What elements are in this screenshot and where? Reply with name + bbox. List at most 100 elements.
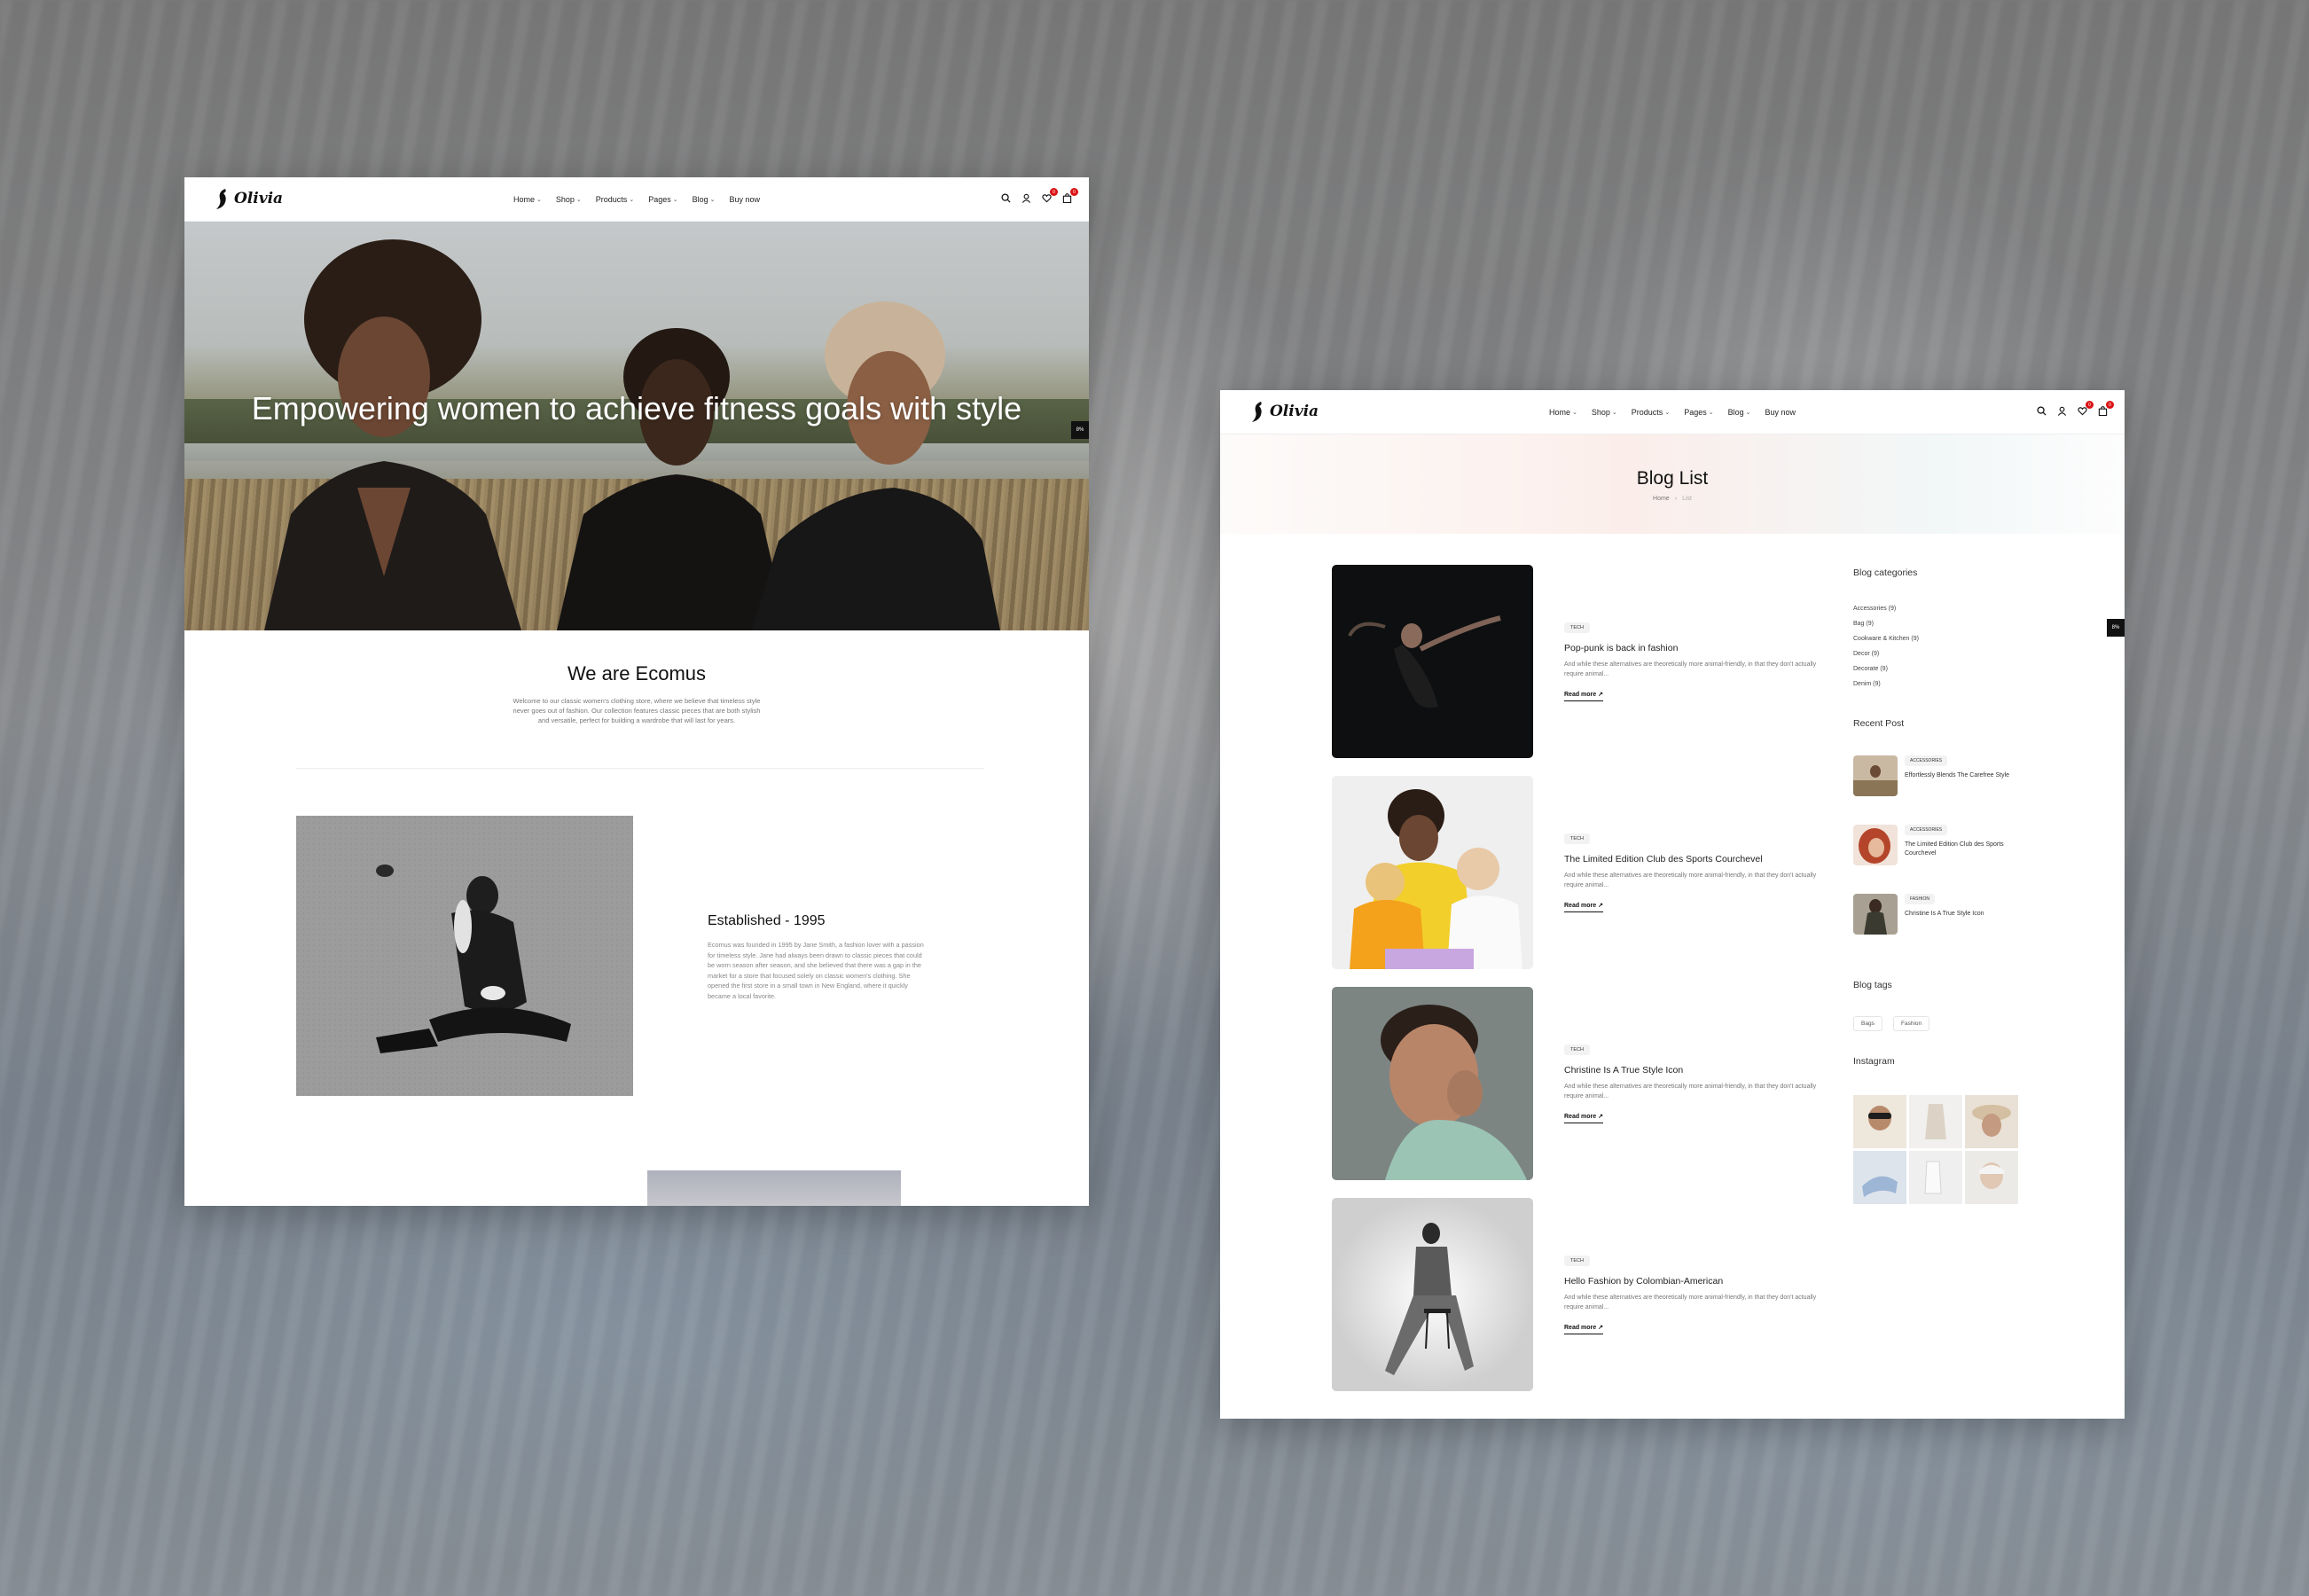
instagram-photo[interactable] xyxy=(1965,1151,2018,1204)
instagram-photo[interactable] xyxy=(1965,1095,2018,1148)
search-icon[interactable] xyxy=(2036,405,2047,417)
menu-item-home[interactable]: Home ⌄ xyxy=(1549,408,1577,417)
post-title[interactable]: The Limited Edition Club des Sports Cour… xyxy=(1564,854,1763,864)
post-category-tag[interactable]: TECH xyxy=(1564,622,1590,633)
side-discount-pill[interactable]: 8% xyxy=(1071,421,1089,439)
recent-post-tag[interactable]: ACCESSORIES xyxy=(1905,755,1948,766)
category-link[interactable]: Accessories (9) xyxy=(1853,606,1896,612)
blog-post-card: TECH Christine Is A True Style Icon And … xyxy=(1332,987,1828,1180)
recent-post-thumbnail[interactable] xyxy=(1853,755,1898,796)
post-image[interactable] xyxy=(1332,1198,1533,1391)
chevron-down-icon: ⌄ xyxy=(1708,410,1714,416)
menu-label: Shop xyxy=(555,195,575,204)
search-icon[interactable] xyxy=(1000,192,1012,204)
menu-item-home[interactable]: Home ⌄ xyxy=(513,195,542,204)
menu-label: Blog xyxy=(1727,408,1744,417)
recent-post-item[interactable]: ACCESSORIES Effortlessly Blends The Care… xyxy=(1853,755,2031,800)
post-category-tag[interactable]: TECH xyxy=(1564,833,1590,844)
chevron-down-icon: ⌄ xyxy=(672,197,678,203)
read-more-link[interactable]: Read more ↗ xyxy=(1564,1324,1604,1334)
recent-post-tag[interactable]: ACCESSORIES xyxy=(1905,825,1948,835)
menu-item-products[interactable]: Products ⌄ xyxy=(1632,408,1670,417)
menu-label: Home xyxy=(1548,408,1570,417)
header-nav: Olivia Home ⌄ Shop ⌄ Products ⌄ Pages ⌄ Blog… xyxy=(184,177,1089,222)
recent-post-title[interactable]: Effortlessly Blends The Carefree Style xyxy=(1905,771,2029,780)
read-more-link[interactable]: Read more ↗ xyxy=(1564,1113,1604,1123)
breadcrumb-home[interactable]: Home xyxy=(1653,496,1670,502)
instagram-photo[interactable] xyxy=(1853,1095,1906,1148)
post-category-tag[interactable]: TECH xyxy=(1564,1044,1590,1055)
hero-title: Empowering women to achieve fitness goal… xyxy=(251,390,1022,426)
recent-post-thumbnail[interactable] xyxy=(1853,894,1898,935)
recent-post-item[interactable]: FASHION Christine Is A True Style Icon xyxy=(1853,894,2031,938)
menu-item-products[interactable]: Products ⌄ xyxy=(596,195,634,204)
read-more-link[interactable]: Read more ↗ xyxy=(1564,691,1604,701)
category-link[interactable]: Cookware & Kitchen (9) xyxy=(1853,636,1919,642)
post-excerpt: And while these alternatives are theoret… xyxy=(1564,872,1817,888)
category-link[interactable]: Bag (9) xyxy=(1853,621,1874,627)
menu-item-pages[interactable]: Pages ⌄ xyxy=(648,195,677,204)
menu-item-blog[interactable]: Blog ⌄ xyxy=(693,195,716,204)
blog-post-card: TECH The Limited Edition Club des Sports… xyxy=(1332,776,1828,969)
instagram-photo[interactable] xyxy=(1853,1151,1906,1204)
menu-item-shop[interactable]: Shop ⌄ xyxy=(1592,408,1617,417)
read-more-label: Read more xyxy=(1564,1114,1597,1120)
chevron-down-icon: ⌄ xyxy=(1745,410,1751,416)
wishlist-heart-icon[interactable]: 0 xyxy=(2077,401,2094,417)
read-more-link[interactable]: Read more ↗ xyxy=(1564,902,1604,912)
instagram-photo[interactable] xyxy=(1909,1151,1962,1204)
post-excerpt: And while these alternatives are theoret… xyxy=(1564,661,1817,677)
menu-item-shop[interactable]: Shop ⌄ xyxy=(556,195,582,204)
post-image[interactable] xyxy=(1332,776,1533,969)
user-icon[interactable] xyxy=(2056,405,2068,417)
recent-post-thumbnail[interactable] xyxy=(1853,825,1898,865)
menu-item-buy-now[interactable]: Buy now xyxy=(1765,408,1796,417)
cart-count-badge: 0 xyxy=(2106,401,2114,409)
cart-bag-icon[interactable]: 0 xyxy=(1061,188,1078,204)
section-divider xyxy=(296,768,984,769)
post-title[interactable]: Hello Fashion by Colombian-American xyxy=(1564,1276,1723,1287)
user-icon[interactable] xyxy=(1021,192,1032,204)
main-menu: Home ⌄ Shop ⌄ Products ⌄ Pages ⌄ Blog ⌄ Buy n… xyxy=(184,177,1089,222)
menu-label: Products xyxy=(1631,408,1663,417)
recent-post-tag[interactable]: FASHION xyxy=(1905,894,1935,904)
post-category-tag[interactable]: TECH xyxy=(1564,1256,1590,1266)
post-title[interactable]: Pop-punk is back in fashion xyxy=(1564,643,1678,653)
blog-tag-chip[interactable]: Bags xyxy=(1853,1016,1882,1031)
side-discount-pill[interactable]: 8% xyxy=(2107,619,2125,637)
post-image[interactable] xyxy=(1332,987,1533,1180)
read-more-label: Read more xyxy=(1564,903,1597,909)
header-nav: Olivia Home ⌄ Shop ⌄ Products ⌄ Pages ⌄ Blog… xyxy=(1220,390,2125,434)
instagram-heading: Instagram xyxy=(1853,1056,1895,1067)
recent-post-title[interactable]: The Limited Edition Club des Sports Cour… xyxy=(1905,841,2029,858)
arrow-up-right-icon: ↗ xyxy=(1598,692,1604,698)
wishlist-heart-icon[interactable]: 0 xyxy=(1041,188,1058,204)
category-link[interactable]: Denim (9) xyxy=(1853,681,1881,687)
menu-item-blog[interactable]: Blog ⌄ xyxy=(1728,408,1751,417)
breadcrumb: Home › List xyxy=(1220,496,2125,502)
arrow-up-right-icon: ↗ xyxy=(1598,1325,1604,1331)
read-more-label: Read more xyxy=(1564,1325,1597,1331)
header-actions: 0 0 xyxy=(1000,188,1078,204)
next-section-image xyxy=(647,1170,901,1206)
post-image[interactable] xyxy=(1332,565,1533,758)
instagram-photo[interactable] xyxy=(1909,1095,1962,1148)
recent-post-title[interactable]: Christine Is A True Style Icon xyxy=(1905,910,2029,919)
recent-post-heading: Recent Post xyxy=(1853,718,1905,729)
cart-bag-icon[interactable]: 0 xyxy=(2097,401,2114,417)
post-title[interactable]: Christine Is A True Style Icon xyxy=(1564,1065,1683,1076)
category-link[interactable]: Decorate (9) xyxy=(1853,666,1888,672)
blog-tag-chip[interactable]: Fashion xyxy=(1893,1016,1930,1031)
chevron-down-icon: ⌄ xyxy=(1572,410,1577,416)
recent-post-item[interactable]: ACCESSORIES The Limited Edition Club des… xyxy=(1853,825,2031,869)
category-link[interactable]: Decor (9) xyxy=(1853,651,1879,657)
menu-label: Shop xyxy=(1591,408,1610,417)
cart-count-badge: 0 xyxy=(1070,188,1078,196)
chevron-down-icon: ⌄ xyxy=(575,197,582,203)
chevron-down-icon: ⌄ xyxy=(1664,410,1671,416)
menu-item-pages[interactable]: Pages ⌄ xyxy=(1684,408,1713,417)
menu-item-buy-now[interactable]: Buy now xyxy=(729,195,760,204)
post-excerpt: And while these alternatives are theoret… xyxy=(1564,1084,1817,1099)
blog-post-card: TECH Pop-punk is back in fashion And whi… xyxy=(1332,565,1828,758)
blog-post-card: TECH Hello Fashion by Colombian-American… xyxy=(1332,1198,1828,1391)
